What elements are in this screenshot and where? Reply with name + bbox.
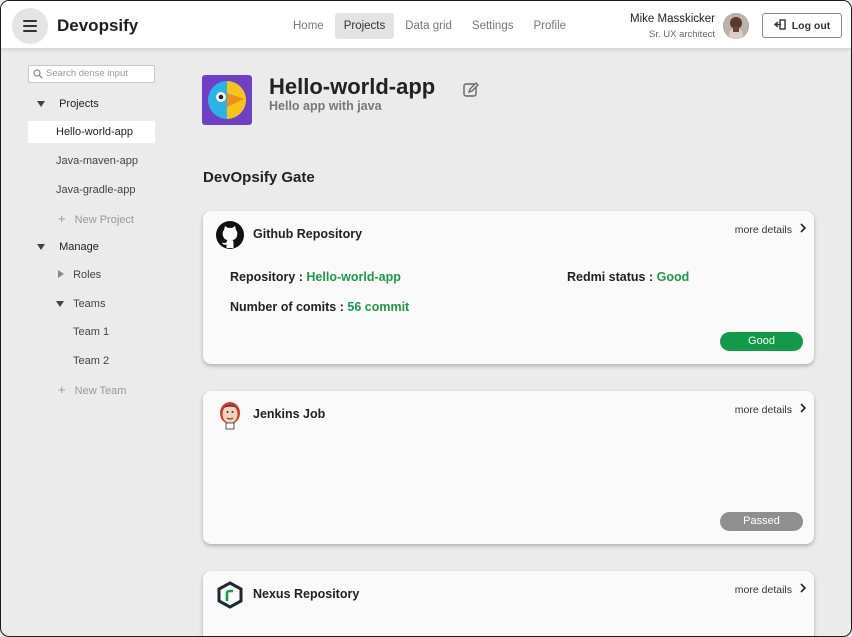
tree-roles-label: Roles — [73, 269, 102, 281]
tree-teams[interactable]: Teams — [56, 298, 105, 310]
caret-down-icon — [56, 301, 64, 307]
tree-manage-label: Manage — [59, 241, 99, 253]
commits-value: 56 commit — [347, 300, 410, 314]
tree-manage[interactable]: Manage — [37, 241, 99, 253]
github-icon — [215, 220, 245, 250]
tree-item-java-gradle-app[interactable]: Java-gradle-app — [56, 184, 136, 196]
repository-label: Repository : — [230, 270, 307, 284]
tree-item-team-2[interactable]: Team 2 — [73, 355, 109, 367]
jenkins-more-details-link[interactable]: more details — [734, 403, 807, 416]
more-details-label: more details — [734, 223, 792, 236]
edit-icon[interactable] — [462, 81, 480, 104]
github-status-badge: Good — [720, 332, 803, 351]
nexus-more-details-link[interactable]: more details — [734, 583, 807, 596]
new-project-button[interactable]: + New Project — [58, 211, 134, 226]
redmi-status-label: Redmi status : — [567, 270, 657, 284]
nav-data-grid[interactable]: Data grid — [396, 13, 461, 39]
repository-value: Hello-world-app — [306, 270, 401, 284]
chevron-right-icon — [800, 403, 807, 416]
more-details-label: more details — [734, 583, 792, 596]
tree-teams-label: Teams — [73, 298, 106, 310]
page-title: Hello-world-app — [269, 74, 436, 99]
nav-profile[interactable]: Profile — [524, 13, 575, 39]
nav-settings[interactable]: Settings — [463, 13, 523, 39]
redmi-status-value: Good — [656, 270, 690, 284]
new-project-label: New Project — [74, 214, 134, 226]
nexus-icon — [215, 580, 245, 610]
repository-row: Repository : Hello-world-app — [230, 270, 401, 284]
search-placeholder: Search dense input — [46, 68, 128, 79]
commits-row: Number of comits : 56 commit — [230, 300, 409, 314]
tree-item-hello-world-app[interactable]: Hello-world-app — [28, 121, 155, 143]
chevron-right-icon — [800, 223, 807, 236]
main-nav: Home Projects Data grid Settings Profile — [284, 13, 577, 39]
commits-label: Number of comits : — [230, 300, 348, 314]
tree-projects[interactable]: Projects — [37, 98, 99, 110]
tree-roles[interactable]: Roles — [58, 269, 101, 281]
logout-icon — [773, 18, 786, 33]
jenkins-card-title: Jenkins Job — [253, 407, 326, 421]
nav-projects[interactable]: Projects — [334, 13, 395, 39]
caret-down-icon — [37, 244, 45, 250]
github-card: Github Repository more details Repositor… — [203, 211, 814, 364]
tree-item-java-maven-app[interactable]: Java-maven-app — [56, 155, 138, 167]
github-card-title: Github Repository — [253, 227, 363, 241]
caret-right-icon — [58, 270, 64, 278]
jenkins-icon — [215, 400, 245, 430]
search-input[interactable]: Search dense input — [28, 65, 155, 83]
chevron-right-icon — [800, 583, 807, 596]
caret-down-icon — [37, 101, 45, 107]
avatar[interactable] — [723, 13, 749, 39]
nav-home[interactable]: Home — [284, 13, 333, 39]
nexus-card: Nexus Repository more details — [203, 571, 814, 636]
top-app-bar: Devopsify Home Projects Data grid Settin… — [1, 1, 851, 49]
redmi-status-row: Redmi status : Good — [567, 270, 689, 284]
page-subtitle: Hello app with java — [269, 99, 382, 113]
logout-label: Log out — [791, 19, 831, 32]
jenkins-card: Jenkins Job more details Passed — [203, 391, 814, 544]
brand-name: Devopsify — [57, 16, 139, 35]
github-more-details-link[interactable]: more details — [734, 223, 807, 236]
new-team-button[interactable]: + New Team — [58, 382, 126, 397]
more-details-label: more details — [734, 403, 792, 416]
section-title: DevOpsify Gate — [203, 169, 315, 186]
tree-projects-label: Projects — [59, 98, 99, 110]
plus-icon: + — [58, 382, 66, 397]
logout-button[interactable]: Log out — [762, 13, 842, 38]
jenkins-status-badge: Passed — [720, 512, 803, 531]
app-window: Devopsify Home Projects Data grid Settin… — [0, 0, 852, 637]
new-team-label: New Team — [74, 385, 127, 397]
tree-item-team-1[interactable]: Team 1 — [73, 326, 109, 338]
menu-button[interactable] — [12, 8, 48, 44]
plus-icon: + — [58, 211, 66, 226]
nexus-card-title: Nexus Repository — [253, 587, 360, 601]
user-role: Sr. UX architect — [649, 29, 715, 40]
app-logo — [202, 75, 252, 125]
search-icon — [33, 69, 43, 85]
user-name: Mike Masskicker — [630, 13, 715, 25]
